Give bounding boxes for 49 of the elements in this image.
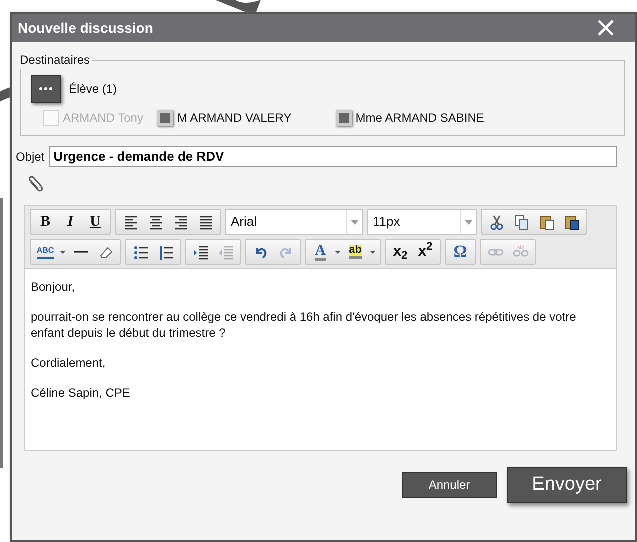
special-character-button[interactable]: Ω (448, 240, 473, 264)
paste-icon (538, 214, 554, 230)
picker-button[interactable] (31, 75, 61, 103)
message-body[interactable]: Bonjour, pourrait-on se rencontrer au collège ce vendredi à 16h afin d'évoquer les absences répétitives de votre enfant depuis le début du trimestre ? Cordialement, Céline Sapin, CPE (25, 268, 616, 450)
message-paragraph: Bonjour, (31, 279, 76, 295)
checkbox-label: ARMAND Tony (63, 110, 144, 127)
size-select[interactable]: 11px (367, 209, 477, 235)
checkbox[interactable] (157, 110, 174, 126)
cancel-button[interactable]: Annuler (402, 472, 497, 498)
message-paragraph: pourrait-on se rencontrer au collège ce vendredi à 16h afin d'évoquer les absences répétitives de votre enfant depuis le début du trimestre ? (31, 309, 578, 341)
message-paragraph: Cordialement, (31, 355, 107, 371)
underline-button[interactable]: U (83, 210, 108, 234)
subject-label: Objet (16, 148, 45, 166)
align-left-icon (122, 214, 138, 230)
spellcheck-button[interactable]: ABC (33, 240, 58, 264)
checkbox-label: M ARMAND VALERY (177, 110, 292, 127)
justify-icon (198, 214, 214, 230)
caret-icon (464, 220, 472, 224)
align-right-icon (172, 214, 188, 230)
outdent-icon (218, 244, 234, 260)
message-paragraph: Céline Sapin, CPE (31, 385, 132, 401)
numbered-list-icon (158, 244, 174, 260)
superscript-button[interactable]: x$^{2}$ (413, 240, 438, 264)
checkbox-label: Mme ARMAND SABINE (356, 110, 484, 127)
caret-icon (370, 250, 376, 254)
send-button[interactable]: Envoyer (507, 467, 627, 503)
caret-icon (335, 250, 341, 254)
caret-icon (60, 250, 66, 254)
horizontal-rule-icon (74, 251, 88, 253)
bold-button[interactable]: B (33, 210, 58, 234)
bullet-list-icon (132, 244, 148, 260)
align-center-icon (148, 214, 164, 230)
checkbox[interactable] (336, 110, 352, 126)
cut-icon (488, 214, 504, 230)
group-label: Élève (1) (69, 81, 118, 98)
subject-field[interactable]: Urgence - demande de RDV (48, 146, 617, 167)
paste-word-icon (564, 214, 580, 230)
caret-icon (350, 220, 358, 224)
dialog-title: Nouvelle discussion (18, 18, 154, 38)
font-select[interactable]: Arial (225, 209, 363, 235)
copy-icon (514, 214, 530, 230)
subscript-button[interactable]: x$_{2}$ (388, 240, 413, 264)
close-button[interactable] (597, 19, 615, 37)
italic-button[interactable]: I (58, 210, 83, 234)
indent-icon (192, 244, 208, 260)
dots-icon (39, 87, 53, 91)
highlight-button[interactable]: ab (343, 240, 368, 264)
attach-icon[interactable] (28, 175, 44, 193)
text-color-button[interactable]: A (308, 240, 333, 264)
